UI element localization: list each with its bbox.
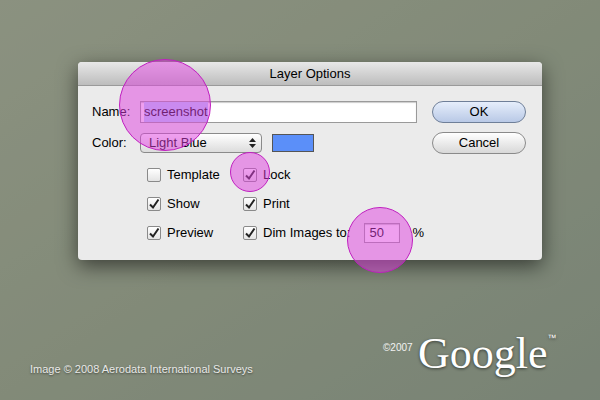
ok-button[interactable]: OK [432, 101, 526, 123]
checkbox[interactable] [243, 226, 257, 240]
checkbox[interactable] [147, 168, 161, 182]
checkbox[interactable] [147, 226, 161, 240]
checkbox[interactable] [147, 197, 161, 211]
option-row: Lock [243, 164, 424, 186]
percent-unit: % [412, 223, 424, 243]
image-credit: Image © 2008 Aerodata International Surv… [30, 361, 253, 378]
option-label: Template [167, 165, 220, 185]
highlight-circle [347, 207, 413, 273]
checkmark-icon [244, 227, 256, 239]
checkmark-icon [244, 198, 256, 210]
option-label: Dim Images to: [263, 223, 350, 243]
screen: Layer OptionsName:screenshotColor:Light … [0, 0, 600, 400]
option-row: Template [147, 164, 243, 186]
option-label: Print [263, 194, 290, 214]
checkbox[interactable] [243, 197, 257, 211]
highlight-circle [119, 59, 211, 151]
imagery-copyright: ©2007 [383, 340, 413, 355]
highlight-circle [230, 152, 270, 192]
cancel-button[interactable]: Cancel [432, 132, 526, 154]
checkmark-icon [148, 198, 160, 210]
option-label: Show [167, 194, 200, 214]
option-label: Preview [167, 223, 213, 243]
option-row: Preview [147, 222, 243, 244]
color-swatch[interactable] [272, 134, 314, 152]
select-arrows-icon [248, 136, 257, 150]
option-row: Show [147, 193, 243, 215]
checkmark-icon [148, 227, 160, 239]
google-logo: Google™ [418, 332, 557, 376]
